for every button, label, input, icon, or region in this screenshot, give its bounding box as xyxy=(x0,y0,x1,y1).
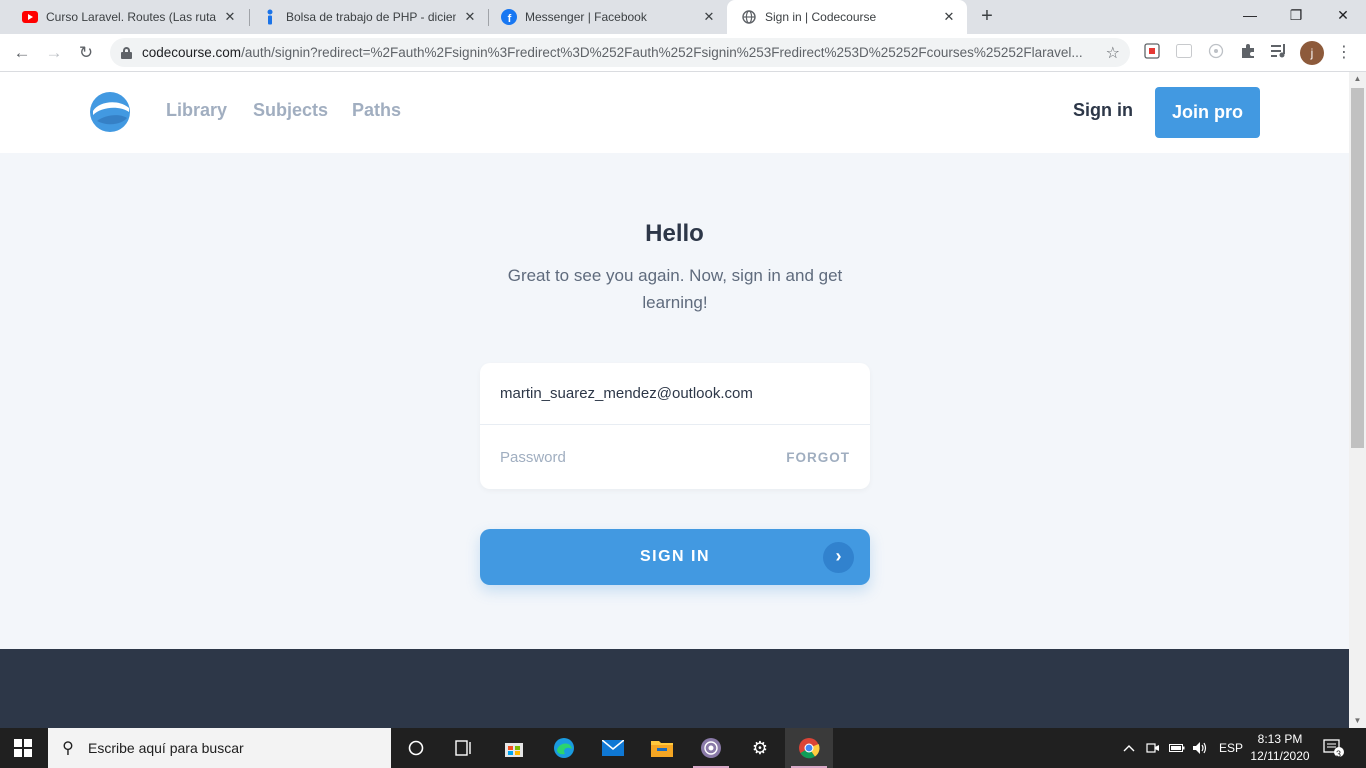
windows-taskbar: ⚲ Escribe aquí para buscar ⚙ ESP 8:13 PM… xyxy=(0,728,1366,768)
bookmark-star-icon[interactable]: ☆ xyxy=(1106,43,1120,63)
info-icon xyxy=(262,9,278,25)
clock-date: 12/11/2020 xyxy=(1250,749,1310,763)
close-tab-icon[interactable]: ✕ xyxy=(941,9,957,25)
tab-messenger[interactable]: f Messenger | Facebook ✕ xyxy=(487,0,727,34)
back-icon[interactable]: ← xyxy=(10,41,34,65)
media-queue-icon[interactable] xyxy=(1269,43,1289,63)
page-subtitle: Great to see you again. Now, sign in and… xyxy=(507,266,843,312)
close-tab-icon[interactable]: ✕ xyxy=(222,9,238,25)
notification-count-badge: 3 xyxy=(1336,749,1342,759)
minimize-icon[interactable]: — xyxy=(1227,0,1273,30)
page-content: Library Subjects Paths Sign in Join pro … xyxy=(0,72,1349,728)
header-sign-in-link[interactable]: Sign in xyxy=(1073,100,1133,121)
edge-browser-icon[interactable] xyxy=(540,728,588,768)
close-window-icon[interactable]: ✕ xyxy=(1320,0,1366,30)
tab-title: Curso Laravel. Routes (Las rutas). xyxy=(46,10,216,24)
extension-circle-icon[interactable] xyxy=(1206,43,1226,63)
scroll-down-arrow-icon[interactable]: ▼ xyxy=(1349,714,1366,728)
site-footer xyxy=(0,649,1349,728)
taskbar-clock[interactable]: 8:13 PM 12/11/2020 xyxy=(1245,731,1315,765)
app-swirl-icon[interactable] xyxy=(687,728,735,768)
browser-toolbar: ← → ↻ codecourse.com/auth/signin?redirec… xyxy=(0,34,1366,72)
settings-gear-icon[interactable]: ⚙ xyxy=(736,728,784,768)
battery-icon[interactable] xyxy=(1167,728,1187,768)
page-title: Hello xyxy=(645,220,704,247)
chrome-icon[interactable] xyxy=(785,728,833,768)
lock-icon xyxy=(121,46,132,59)
extension-shield-icon[interactable] xyxy=(1142,43,1162,63)
url-text: codecourse.com/auth/signin?redirect=%2Fa… xyxy=(142,45,1083,60)
file-explorer-icon[interactable] xyxy=(638,728,686,768)
input-language-indicator[interactable]: ESP xyxy=(1216,728,1246,768)
password-input[interactable] xyxy=(500,449,787,466)
puzzle-extensions-icon[interactable] xyxy=(1238,43,1258,63)
globe-icon xyxy=(741,9,757,25)
join-pro-button[interactable]: Join pro xyxy=(1155,87,1260,138)
tab-title: Bolsa de trabajo de PHP - diciem xyxy=(286,10,456,24)
tab-title: Messenger | Facebook xyxy=(525,10,647,24)
sign-in-button-label: SIGN IN xyxy=(639,548,711,565)
store-icon[interactable] xyxy=(490,728,538,768)
address-bar[interactable]: codecourse.com/auth/signin?redirect=%2Fa… xyxy=(110,38,1130,67)
close-tab-icon[interactable]: ✕ xyxy=(701,9,717,25)
cortana-icon[interactable] xyxy=(392,728,440,768)
notifications-icon[interactable]: 3 xyxy=(1322,728,1346,768)
youtube-icon xyxy=(22,9,38,25)
page-scrollbar[interactable]: ▲ ▼ xyxy=(1349,72,1366,728)
tab-codecourse[interactable]: Sign in | Codecourse ✕ xyxy=(727,0,967,34)
close-tab-icon[interactable]: ✕ xyxy=(462,9,478,25)
forgot-password-link[interactable]: FORGOT xyxy=(786,450,850,465)
password-field-row: FORGOT xyxy=(480,426,870,489)
taskbar-search-box[interactable]: ⚲ Escribe aquí para buscar xyxy=(48,728,391,768)
extension-grid-icon[interactable] xyxy=(1174,43,1194,63)
taskbar-search-placeholder: Escribe aquí para buscar xyxy=(88,740,244,756)
facebook-icon: f xyxy=(501,9,517,25)
nav-subjects[interactable]: Subjects xyxy=(253,100,328,121)
nav-library[interactable]: Library xyxy=(166,100,227,121)
profile-avatar[interactable]: j xyxy=(1300,41,1324,65)
forward-icon[interactable]: → xyxy=(42,41,66,65)
meet-now-icon[interactable] xyxy=(1143,728,1163,768)
chevron-right-icon: › xyxy=(823,542,854,573)
reload-icon[interactable]: ↻ xyxy=(74,41,98,65)
mail-icon[interactable] xyxy=(589,728,637,768)
tab-title: Sign in | Codecourse xyxy=(765,10,877,24)
windows-start-icon[interactable] xyxy=(14,739,32,757)
clock-time: 8:13 PM xyxy=(1257,732,1303,746)
task-view-icon[interactable] xyxy=(440,728,488,768)
volume-icon[interactable] xyxy=(1190,728,1210,768)
search-icon: ⚲ xyxy=(62,740,74,757)
restore-icon[interactable]: ❐ xyxy=(1273,0,1319,30)
site-header: Library Subjects Paths Sign in Join pro xyxy=(0,72,1349,153)
codecourse-logo-icon[interactable] xyxy=(89,91,131,133)
tab-bolsa-php[interactable]: Bolsa de trabajo de PHP - diciem ✕ xyxy=(248,0,488,34)
scrollbar-thumb[interactable] xyxy=(1351,88,1364,448)
new-tab-icon[interactable]: + xyxy=(977,6,997,26)
sign-in-button[interactable]: SIGN IN › xyxy=(480,529,870,585)
email-field[interactable]: martin_suarez_mendez@outlook.com xyxy=(480,363,870,425)
signin-form-card: martin_suarez_mendez@outlook.com FORGOT xyxy=(480,363,870,489)
tab-youtube[interactable]: Curso Laravel. Routes (Las rutas). ✕ xyxy=(8,0,248,34)
svg-text:f: f xyxy=(508,13,512,25)
kebab-menu-icon[interactable]: ⋮ xyxy=(1334,43,1354,63)
tray-chevron-up-icon[interactable] xyxy=(1119,728,1139,768)
nav-paths[interactable]: Paths xyxy=(352,100,401,121)
scroll-up-arrow-icon[interactable]: ▲ xyxy=(1349,72,1366,86)
browser-tab-strip: Curso Laravel. Routes (Las rutas). ✕ Bol… xyxy=(0,0,1366,34)
